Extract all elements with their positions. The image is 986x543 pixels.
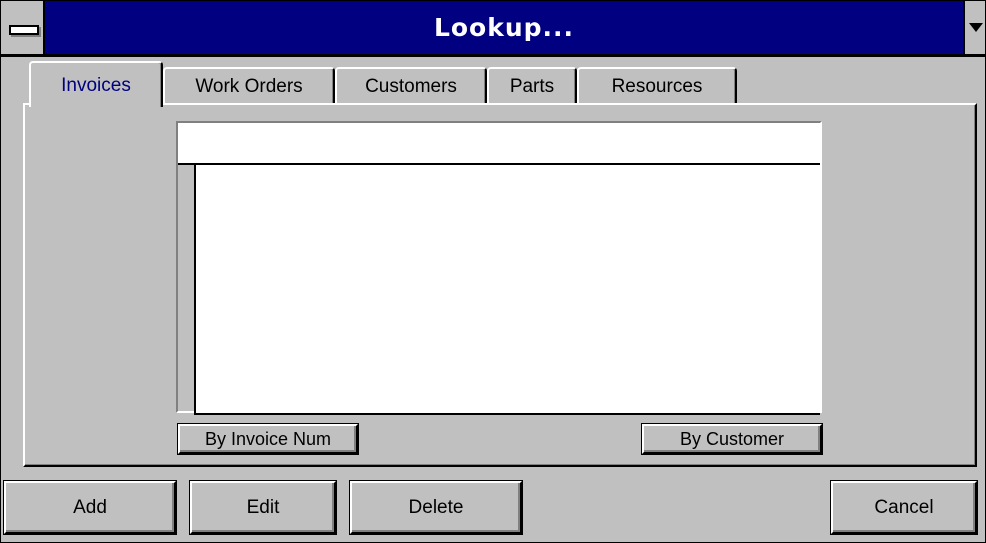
edit-button[interactable]: Edit [190,481,336,534]
list-header[interactable] [178,123,820,165]
window-dropdown-button[interactable] [963,1,985,54]
by-customer-button[interactable]: By Customer [642,424,822,454]
window-title: Lookup... [433,13,575,42]
tab-invoices[interactable]: Invoices [29,61,163,107]
title-bar[interactable]: Lookup... [1,1,985,57]
tab-resources[interactable]: Resources [577,67,737,103]
cancel-button[interactable]: Cancel [831,481,977,534]
tab-work-orders[interactable]: Work Orders [163,67,335,103]
tab-parts[interactable]: Parts [487,67,577,103]
list-body[interactable] [194,165,820,415]
system-menu-bar [9,25,39,35]
lookup-dialog: Lookup... Invoices Work Orders Customers… [0,0,986,543]
invoice-list[interactable] [176,121,822,415]
tab-customers[interactable]: Customers [335,67,487,103]
triangle-down-icon [969,23,983,32]
add-button[interactable]: Add [4,481,176,534]
system-menu-icon[interactable] [1,1,45,54]
delete-button[interactable]: Delete [350,481,522,534]
by-invoice-num-button[interactable]: By Invoice Num [178,424,358,454]
